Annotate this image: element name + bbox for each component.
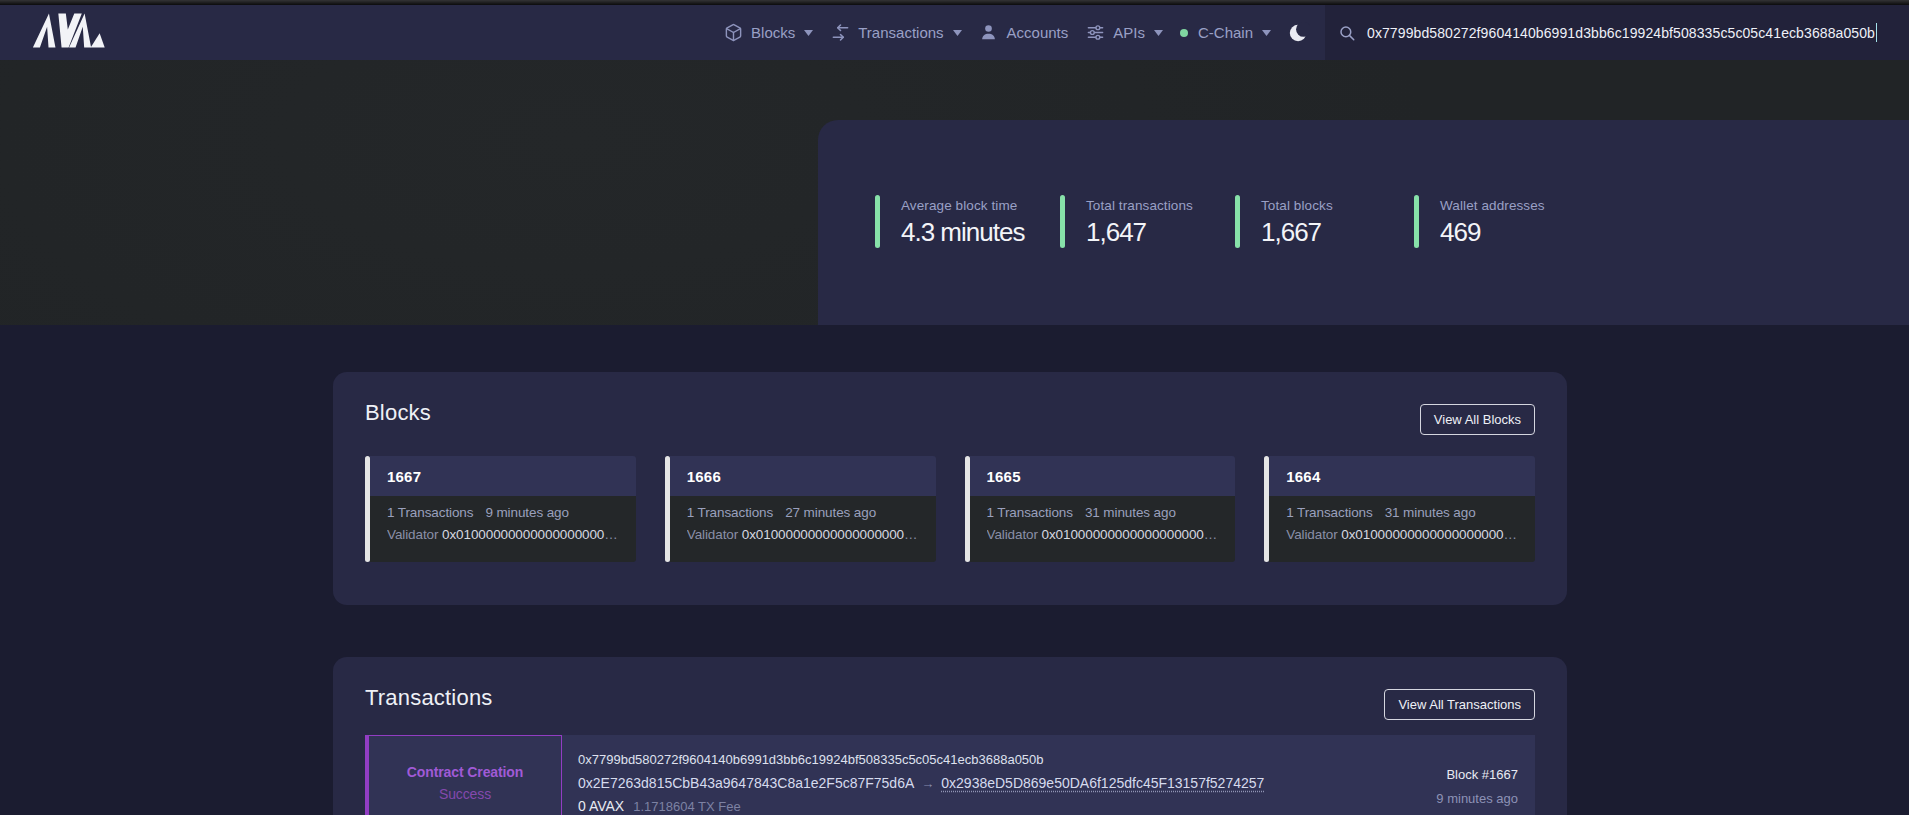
blocks-card: Blocks View All Blocks 1667 1 Transactio… <box>333 372 1567 605</box>
block-age: 27 minutes ago <box>785 505 876 520</box>
stat-value: 469 <box>1440 217 1545 248</box>
dark-mode-toggle[interactable] <box>1288 22 1310 44</box>
transaction-type: Contract Creation <box>407 764 524 780</box>
stat-accent-bar <box>1235 195 1240 248</box>
block-card-1664[interactable]: 1664 1 Transactions 31 minutes ago Valida… <box>1264 456 1535 562</box>
validator-label: Validator <box>987 527 1038 542</box>
validator-address: 0x01000000000000000000000000000000000000… <box>1341 527 1521 542</box>
chevron-down-icon <box>1262 30 1271 36</box>
stats-panel: Average block time 4.3 minutes Total tra… <box>818 120 1909 325</box>
view-all-transactions-button[interactable]: View All Transactions <box>1384 689 1535 720</box>
transaction-block-info: Block #1667 9 minutes ago <box>1436 735 1535 815</box>
block-tx-count: 1 Transactions <box>687 505 773 520</box>
stat-value: 4.3 minutes <box>901 217 1024 248</box>
transaction-fee: 1.1718604 TX Fee <box>633 799 740 814</box>
cube-icon <box>723 23 743 43</box>
person-icon <box>979 23 999 43</box>
validator-label: Validator <box>1286 527 1337 542</box>
text-caret <box>1876 23 1878 42</box>
arrow-right-icon: → <box>914 776 941 791</box>
nav-accounts[interactable]: Accounts <box>979 23 1069 43</box>
navbar: Blocks Transactions Accounts <box>0 5 1909 60</box>
block-tx-count: 1 Transactions <box>1286 505 1372 520</box>
stat-accent-bar <box>1414 195 1419 248</box>
transaction-amount: 0 AVAX <box>578 798 624 814</box>
blocks-title: Blocks <box>365 400 431 425</box>
block-number[interactable]: 1665 <box>987 468 1021 485</box>
nav-blocks[interactable]: Blocks <box>723 23 813 43</box>
block-age: 9 minutes ago <box>485 505 569 520</box>
transactions-title: Transactions <box>365 685 493 710</box>
nav-blocks-label: Blocks <box>751 24 795 41</box>
block-card-1665[interactable]: 1665 1 Transactions 31 minutes ago Valida… <box>965 456 1236 562</box>
stats-row: Average block time 4.3 minutes Total tra… <box>818 120 1909 248</box>
from-address[interactable]: 0x2E7263d815CbB43a9647843C8a1e2F5c87F75d… <box>578 775 914 791</box>
block-tx-count: 1 Transactions <box>387 505 473 520</box>
avalanche-logo-icon[interactable] <box>33 13 109 52</box>
stat-average-block-time: Average block time 4.3 minutes <box>875 195 1060 248</box>
block-number[interactable]: 1667 <box>387 468 421 485</box>
validator-label: Validator <box>387 527 438 542</box>
stat-total-blocks: Total blocks 1,667 <box>1235 195 1414 248</box>
block-accent-stripe <box>1264 456 1269 562</box>
block-accent-stripe <box>665 456 670 562</box>
transactions-card: Transactions View All Transactions Contr… <box>333 657 1567 815</box>
stat-accent-bar <box>875 195 880 248</box>
nav-apis-label: APIs <box>1113 24 1145 41</box>
stat-label: Average block time <box>901 198 1024 213</box>
nav-transactions[interactable]: Transactions <box>830 23 961 43</box>
sliders-icon <box>1085 23 1105 43</box>
transaction-status: Success <box>439 786 491 802</box>
chevron-down-icon <box>1154 30 1163 36</box>
chevron-down-icon <box>804 30 813 36</box>
transaction-details: 0x7799bd580272f9604140b6991d3bb6c19924bf… <box>562 735 1436 815</box>
transaction-row[interactable]: Contract Creation Success 0x7799bd580272… <box>365 735 1535 815</box>
block-number[interactable]: 1664 <box>1286 468 1320 485</box>
transaction-block-number[interactable]: Block #1667 <box>1436 767 1518 782</box>
block-card-1666[interactable]: 1666 1 Transactions 27 minutes ago Valida… <box>665 456 936 562</box>
block-tx-count: 1 Transactions <box>987 505 1073 520</box>
chevron-down-icon <box>953 30 962 36</box>
stat-accent-bar <box>1060 195 1065 248</box>
validator-address: 0x01000000000000000000000000000000000000… <box>442 527 622 542</box>
to-address[interactable]: 0x2938eD5D869e50DA6f125dfc45F13157f52742… <box>941 775 1264 791</box>
nav-accounts-label: Accounts <box>1007 24 1069 41</box>
nav-transactions-label: Transactions <box>858 24 943 41</box>
main-content: Blocks View All Blocks 1667 1 Transactio… <box>0 372 1909 815</box>
validator-address: 0x01000000000000000000000000000000000000… <box>1042 527 1222 542</box>
block-number[interactable]: 1666 <box>687 468 721 485</box>
nav-chain-label: C-Chain <box>1198 24 1253 41</box>
nav-items: Blocks Transactions Accounts <box>723 22 1325 44</box>
transaction-age: 9 minutes ago <box>1436 791 1518 806</box>
block-age: 31 minutes ago <box>1385 505 1476 520</box>
search-bar[interactable]: 0x7799bd580272f9604140b6991d3bb6c19924bf… <box>1325 5 1909 60</box>
hero-section: Average block time 4.3 minutes Total tra… <box>0 60 1909 325</box>
stat-value: 1,667 <box>1261 217 1333 248</box>
block-age: 31 minutes ago <box>1085 505 1176 520</box>
stat-label: Total transactions <box>1086 198 1193 213</box>
chain-status-dot-icon <box>1180 29 1188 37</box>
stat-total-transactions: Total transactions 1,647 <box>1060 195 1235 248</box>
block-card-1667[interactable]: 1667 1 Transactions 9 minutes ago Validat… <box>365 456 636 562</box>
validator-address: 0x01000000000000000000000000000000000000… <box>742 527 922 542</box>
block-accent-stripe <box>965 456 970 562</box>
validator-label: Validator <box>687 527 738 542</box>
nav-apis[interactable]: APIs <box>1085 23 1163 43</box>
nav-chain-selector[interactable]: C-Chain <box>1180 24 1271 41</box>
search-input[interactable]: 0x7799bd580272f9604140b6991d3bb6c19924bf… <box>1367 25 1875 41</box>
search-icon <box>1338 24 1356 42</box>
transaction-hash[interactable]: 0x7799bd580272f9604140b6991d3bb6c19924bf… <box>578 748 1436 772</box>
stat-label: Wallet addresses <box>1440 198 1545 213</box>
stat-value: 1,647 <box>1086 217 1193 248</box>
swap-arrows-icon <box>830 23 850 43</box>
stat-label: Total blocks <box>1261 198 1333 213</box>
blocks-grid: 1667 1 Transactions 9 minutes ago Validat… <box>365 456 1535 562</box>
transaction-type-cell: Contract Creation Success <box>365 735 562 815</box>
view-all-blocks-button[interactable]: View All Blocks <box>1420 404 1535 435</box>
stat-wallet-addresses: Wallet addresses 469 <box>1414 195 1545 248</box>
block-accent-stripe <box>365 456 370 562</box>
